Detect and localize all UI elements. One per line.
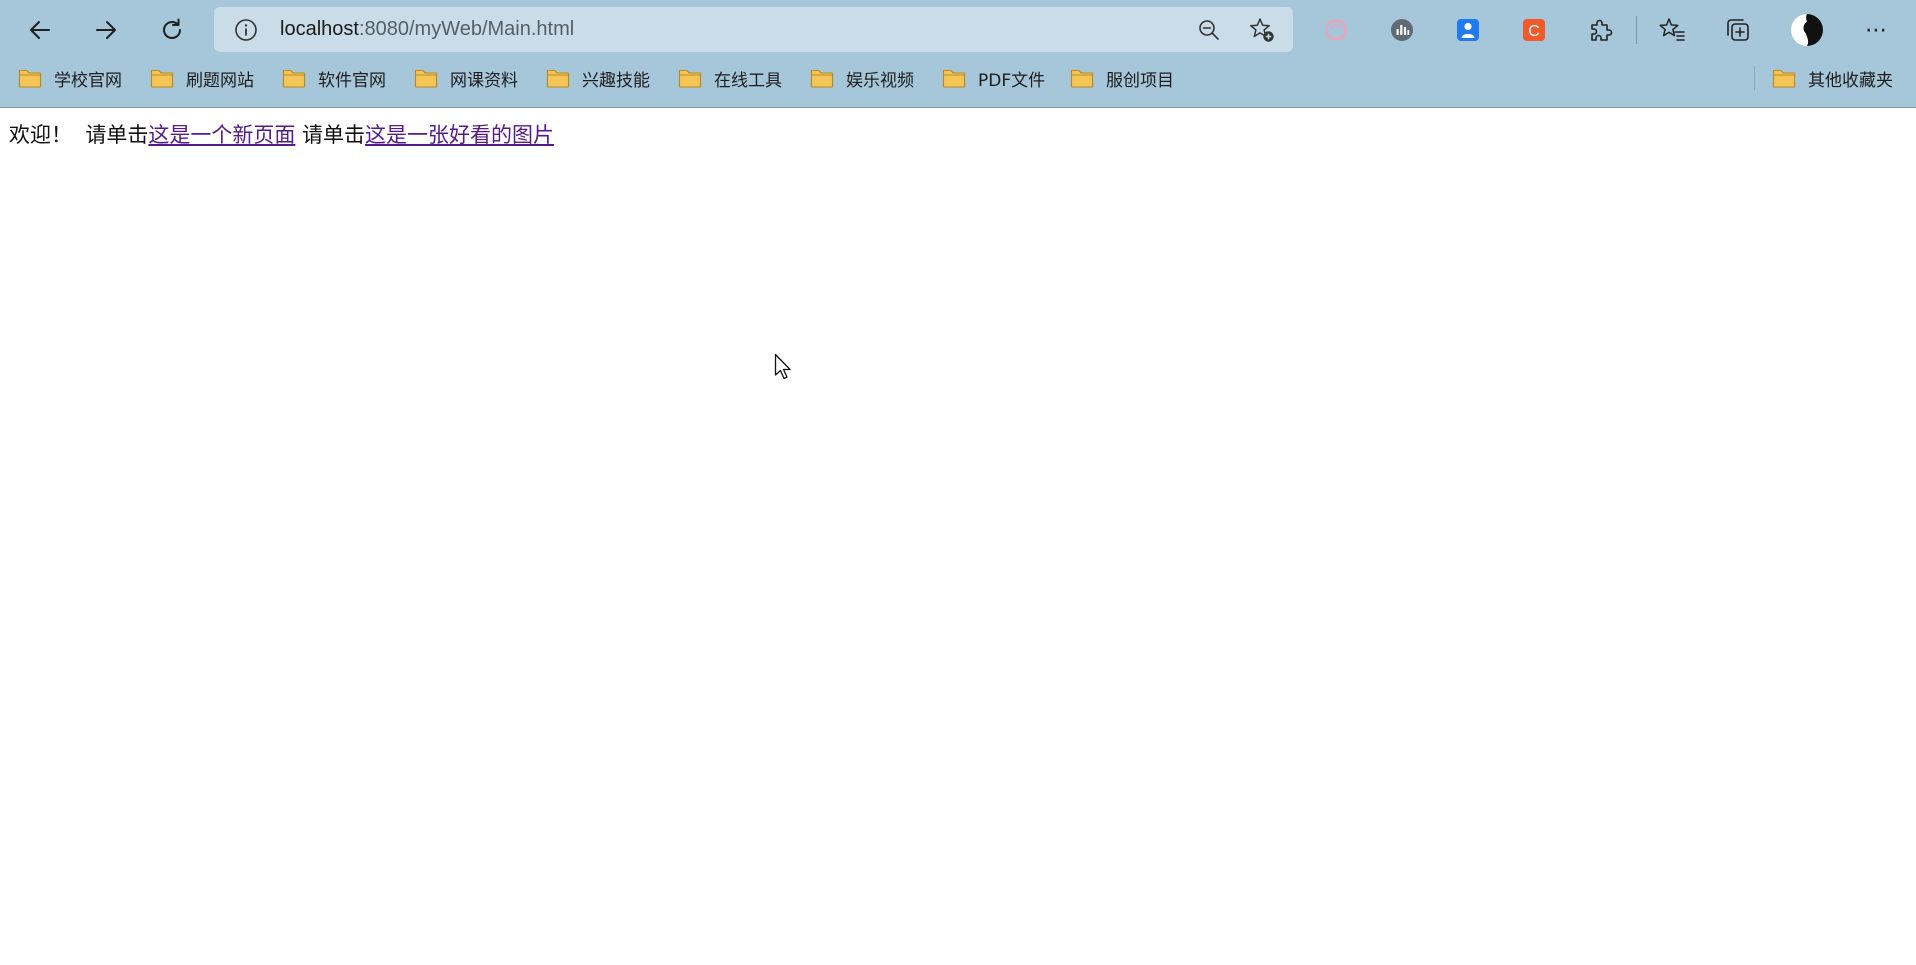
- add-favorite-icon: [1250, 18, 1274, 42]
- bookmark-folder[interactable]: 学校官网: [18, 65, 122, 91]
- extension-pink[interactable]: [1318, 12, 1354, 48]
- folder-icon: [18, 69, 42, 88]
- folder-icon: [810, 69, 834, 88]
- bookmark-label: 服创项目: [1106, 70, 1174, 91]
- folder-icon: [942, 69, 966, 88]
- extensions-button[interactable]: [1582, 12, 1618, 48]
- c-extension-icon: C: [1523, 19, 1545, 41]
- pink-extension-icon: [1325, 19, 1347, 41]
- page-content: 欢迎！ 请单击这是一个新页面 请单击这是一张好看的图片: [9, 120, 554, 150]
- blue-person-extension-icon: [1457, 19, 1479, 41]
- bookmark-folder[interactable]: 软件官网: [282, 65, 386, 91]
- avatar: [1791, 14, 1823, 46]
- add-favorite-button[interactable]: [1247, 15, 1277, 45]
- click-prompt: 请单击: [295, 123, 366, 147]
- reload-icon: [163, 18, 181, 39]
- browser-toolbar: localhost:8080/myWeb/Main.html C ⋯: [0, 0, 1916, 60]
- favorites-icon: [1659, 18, 1685, 41]
- folder-icon: [1772, 69, 1796, 88]
- folder-icon: [546, 69, 570, 88]
- click-prompt: 请单击: [85, 123, 149, 147]
- bookmark-folder[interactable]: 刷题网站: [150, 65, 254, 91]
- zoom-button[interactable]: [1194, 15, 1224, 45]
- url-path: :8080/myWeb/Main.html: [358, 18, 575, 40]
- folder-icon: [1070, 69, 1094, 88]
- more-menu-icon: ⋯: [1865, 17, 1887, 43]
- bookmark-folder[interactable]: 娱乐视频: [810, 65, 914, 91]
- welcome-text: 欢迎！: [9, 123, 72, 147]
- mouse-cursor-icon: [774, 353, 791, 380]
- folder-icon: [414, 69, 438, 88]
- info-icon[interactable]: [234, 18, 258, 42]
- arrow-left-icon: [30, 21, 50, 39]
- bookmark-label: 软件官网: [318, 70, 386, 91]
- zoom-out-icon: [1199, 20, 1219, 40]
- picture-link[interactable]: 这是一张好看的图片: [365, 123, 554, 147]
- folder-icon: [282, 69, 306, 88]
- bookmark-folder[interactable]: 服创项目: [1070, 65, 1174, 91]
- forward-button[interactable]: [84, 8, 128, 52]
- bookmark-folder[interactable]: 在线工具: [678, 65, 782, 91]
- extension-chart[interactable]: [1384, 12, 1420, 48]
- bookmarks-bar: 学校官网 刷题网站 软件官网 网课资料 兴趣技能 在线工具 娱乐视频 PDF文件…: [0, 60, 1916, 97]
- other-bookmarks-folder[interactable]: 其他收藏夹: [1772, 65, 1893, 91]
- bookmark-folder[interactable]: 兴趣技能: [546, 65, 650, 91]
- extension-blue[interactable]: [1450, 12, 1486, 48]
- folder-icon: [678, 69, 702, 88]
- svg-text:C: C: [1528, 23, 1540, 40]
- profile-button[interactable]: [1789, 12, 1825, 48]
- collections-button[interactable]: [1720, 12, 1756, 48]
- more-menu-button[interactable]: ⋯: [1858, 12, 1894, 48]
- back-button[interactable]: [18, 8, 62, 52]
- bookmark-label: 学校官网: [54, 70, 122, 91]
- url-host: localhost: [280, 18, 359, 40]
- bookmark-label: 兴趣技能: [582, 70, 650, 91]
- other-bookmarks-label: 其他收藏夹: [1808, 70, 1893, 91]
- bookmarks-divider: [1754, 66, 1755, 90]
- bookmark-label: PDF文件: [978, 70, 1046, 91]
- folder-icon: [150, 69, 174, 88]
- bookmark-label: 娱乐视频: [846, 70, 914, 91]
- toolbar-divider: [1636, 16, 1637, 44]
- chart-extension-icon: [1391, 19, 1413, 41]
- extension-c[interactable]: C: [1516, 12, 1552, 48]
- new-page-link[interactable]: 这是一个新页面: [148, 123, 295, 147]
- bookmark-label: 在线工具: [714, 70, 782, 91]
- address-bar[interactable]: localhost:8080/myWeb/Main.html: [214, 7, 1293, 52]
- bookmark-folder[interactable]: 网课资料: [414, 65, 518, 91]
- favorites-button[interactable]: [1654, 12, 1690, 48]
- collections-icon: [1727, 19, 1749, 41]
- bookmark-label: 网课资料: [450, 70, 518, 91]
- arrow-right-icon: [96, 21, 116, 39]
- reload-button[interactable]: [150, 8, 194, 52]
- puzzle-icon: [1591, 19, 1613, 41]
- browser-chrome: localhost:8080/myWeb/Main.html C ⋯ 学校官网 …: [0, 0, 1916, 108]
- bookmark-label: 刷题网站: [186, 70, 254, 91]
- bookmark-folder[interactable]: PDF文件: [942, 65, 1045, 91]
- url-text[interactable]: localhost:8080/myWeb/Main.html: [280, 17, 574, 41]
